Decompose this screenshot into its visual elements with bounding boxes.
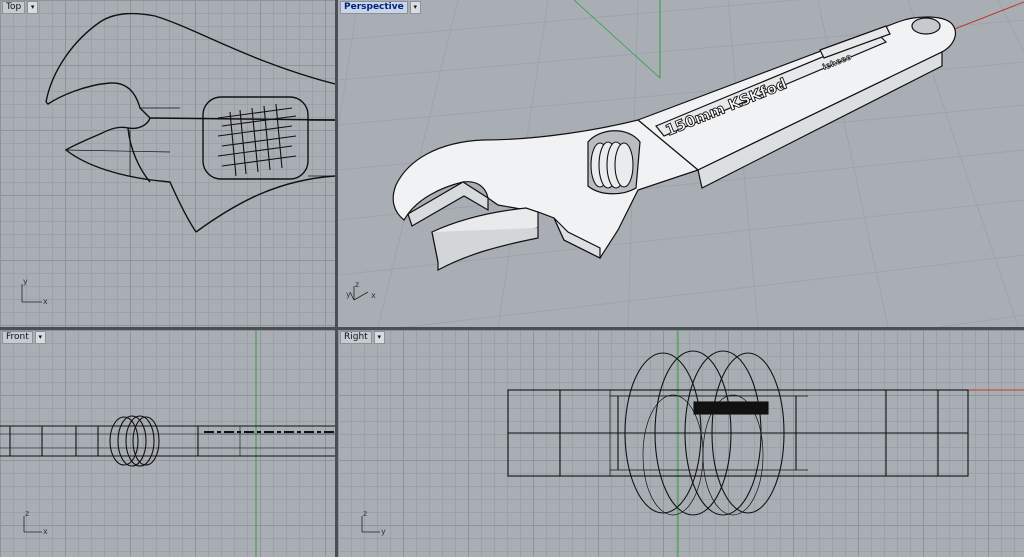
axis-label-y: y [346,290,351,299]
wrench-outline [45,12,335,103]
viewport-top-title[interactable]: Top ▾ [2,1,39,14]
axis-widget [21,284,42,303]
viewport-name[interactable]: Top [2,1,26,14]
chevron-down-icon[interactable]: ▾ [409,1,421,14]
viewport-front[interactable]: Front ▾ z x [0,330,335,557]
world-axis-x [951,1,1024,31]
axis-widget [361,516,380,533]
viewport-name[interactable]: Right [340,331,372,344]
axis-label-z: z [25,509,29,518]
viewport-right[interactable]: Right ▾ z y [338,330,1024,557]
axis-label-x: x [43,297,48,306]
viewport-perspective[interactable]: 150mm KSKfod ieheeo z y x Perspective ▾ [338,0,1024,327]
viewport-top[interactable]: Top ▾ y x [0,0,335,327]
axis-widget [23,516,42,533]
viewport-right-title[interactable]: Right ▾ [340,331,385,344]
perspective-view-geometry: 150mm KSKfod ieheeo z y x [338,0,1024,327]
top-view-geometry: y x [21,12,335,306]
axis-label-y: y [23,277,28,286]
wrench-solid [392,16,956,271]
axis-label-y: y [381,527,386,536]
chevron-down-icon[interactable]: ▾ [27,1,39,14]
viewport-name[interactable]: Perspective [340,1,408,14]
front-view-geometry: z x [0,330,335,557]
chevron-down-icon[interactable]: ▾ [373,331,385,344]
axis-label-x: x [43,527,48,536]
worm-slot [202,96,309,180]
right-view-geometry: z y [361,330,1024,557]
viewport-perspective-title[interactable]: Perspective ▾ [340,1,421,14]
worm-gear [590,141,634,189]
axis-label-x: x [371,291,376,300]
chevron-down-icon[interactable]: ▾ [34,331,46,344]
viewport-name[interactable]: Front [2,331,33,344]
viewport-front-title[interactable]: Front ▾ [2,331,46,344]
axis-label-z: z [355,280,359,289]
axis-label-z: z [363,509,367,518]
